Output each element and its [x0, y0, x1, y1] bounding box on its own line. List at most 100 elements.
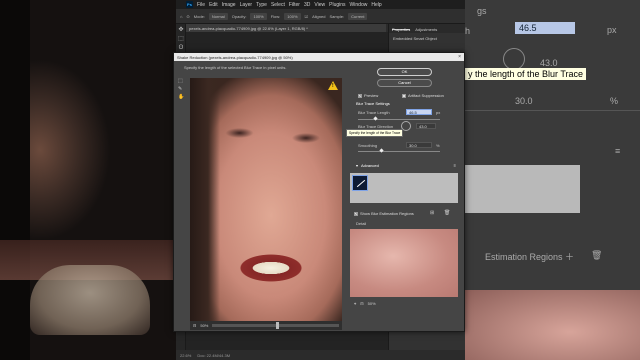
properties-tabs: Properties Adjustments: [389, 24, 465, 33]
bg-direction-value: 43.0: [540, 58, 558, 68]
close-icon[interactable]: ×: [458, 55, 461, 60]
stamp-tool-icon[interactable]: ⊙: [186, 14, 189, 19]
options-bar: ⌂ ⊙ Mode: Normal Opacity: 100% Flow: 100…: [176, 9, 465, 24]
menu-bar: Ps File Edit Image Layer Type Select Fil…: [176, 0, 465, 9]
menu-view[interactable]: View: [314, 2, 325, 8]
bg-trash-icon: 🗑: [591, 250, 603, 260]
preview-zoom-value: 50%: [200, 323, 209, 328]
show-regions-label: Show Blur Estimation Regions: [360, 211, 414, 216]
bg-direction-dial: [503, 48, 525, 70]
advanced-section-header[interactable]: ▾ Advanced ≡: [356, 163, 456, 168]
artifact-suppression-checkbox[interactable]: Artifact Suppression: [402, 93, 444, 98]
warning-icon[interactable]: !: [328, 81, 338, 90]
show-regions-check-box[interactable]: ✓: [354, 211, 358, 216]
blur-estimation-tool-icon[interactable]: ⬚: [178, 78, 183, 84]
smoothing-slider[interactable]: [358, 151, 440, 152]
document-tab[interactable]: pexels-andrea-piacquadio-774909.jpg @ 22…: [186, 24, 386, 32]
bg-smoothing-value: 30.0: [515, 96, 533, 106]
preview-label: Preview: [364, 93, 379, 98]
status-bar: 22.6% Doc: 22.4M/44.3M: [176, 350, 465, 360]
background-teeth: [30, 265, 150, 335]
mode-select[interactable]: Normal: [208, 12, 228, 20]
bg-add-icon: ＋: [565, 252, 575, 262]
detail-zoom-value: 50%: [367, 300, 376, 306]
menu-filter[interactable]: Filter: [289, 2, 300, 8]
hand-tool-icon[interactable]: ✋: [178, 94, 184, 100]
zoom-out-icon[interactable]: ⊟: [193, 323, 196, 328]
preview-image[interactable]: !: [190, 78, 342, 328]
tab-adjustments[interactable]: Adjustments: [415, 27, 437, 32]
status-zoom: 22.6%: [180, 353, 192, 358]
preview-scrollbar[interactable]: [212, 322, 339, 329]
detail-zoom-out-icon[interactable]: ⊟: [360, 301, 363, 306]
menu-image[interactable]: Image: [222, 2, 236, 8]
blur-length-label: Blur Trace Length: [358, 110, 390, 115]
cancel-button[interactable]: Cancel: [377, 79, 432, 87]
preview-check-box[interactable]: ✓: [358, 93, 362, 98]
preview-checkbox[interactable]: ✓ Preview: [358, 93, 378, 98]
detail-pin-icon[interactable]: ⌖: [354, 301, 356, 306]
blur-direction-tool-icon[interactable]: ✎: [178, 86, 182, 92]
menu-layer[interactable]: Layer: [240, 2, 253, 8]
detail-loupe[interactable]: [350, 229, 458, 297]
blur-trace-settings-title: Blur Trace Settings: [356, 101, 390, 106]
detail-zoom-bar: ⌖ ⊟ 50%: [350, 299, 458, 307]
tab-properties[interactable]: Properties: [392, 27, 411, 32]
photoshop-logo-icon: Ps: [186, 1, 193, 8]
move-tool-icon[interactable]: ✥: [178, 27, 184, 33]
artifact-label: Artifact Suppression: [408, 93, 444, 98]
menu-edit[interactable]: Edit: [209, 2, 218, 8]
dialog-title-bar: Shake Reduction (pexels-andrea-piacquadi…: [174, 53, 464, 61]
background-blurred-face: [0, 0, 176, 360]
menu-plugins[interactable]: Plugins: [329, 2, 345, 8]
blur-length-input[interactable]: 46.5: [406, 109, 432, 115]
menu-help[interactable]: Help: [371, 2, 381, 8]
menu-file[interactable]: File: [197, 2, 205, 8]
opacity-label: Opacity:: [231, 13, 247, 19]
preview-zoom-bar: ⊟ 50%: [190, 321, 342, 330]
menu-type[interactable]: Type: [256, 2, 267, 8]
bg-settings-text: gs: [477, 6, 487, 16]
smoothing-label: Smoothing: [358, 143, 378, 148]
menu-3d[interactable]: 3D: [304, 2, 310, 8]
add-region-icon[interactable]: ⊞: [430, 210, 434, 216]
bg-detail-image: [465, 290, 640, 360]
menu-window[interactable]: Window: [350, 2, 368, 8]
marquee-tool-icon[interactable]: ⬚: [178, 36, 184, 42]
flow-label: Flow:: [270, 13, 281, 19]
bg-trace-area: [465, 165, 580, 213]
chevron-down-icon[interactable]: ▾: [356, 163, 358, 168]
bg-regions-text: Estimation Regions: [485, 252, 563, 262]
bg-length-unit: px: [607, 25, 617, 35]
opacity-field[interactable]: 100%: [250, 12, 267, 20]
menu-select[interactable]: Select: [271, 2, 285, 8]
blur-trace-area[interactable]: [350, 173, 458, 203]
aligned-checkbox[interactable]: ☑: [305, 14, 309, 19]
blur-length-unit: px: [436, 110, 441, 115]
blur-length-slider[interactable]: [358, 119, 440, 120]
properties-subtitle: Embedded Smart Object: [393, 36, 437, 41]
trash-icon[interactable]: 🗑: [444, 210, 450, 216]
home-icon[interactable]: ⌂: [180, 14, 182, 19]
blur-direction-input[interactable]: 43.0: [416, 123, 436, 129]
bg-smoothing-unit: %: [610, 96, 619, 106]
detail-label: Detail: [356, 221, 367, 226]
artifact-check-box[interactable]: [402, 93, 406, 98]
bg-length-value: 46.5: [515, 22, 575, 34]
shake-reduction-dialog: Shake Reduction (pexels-andrea-piacquadi…: [173, 52, 465, 332]
advanced-label: Advanced: [361, 163, 379, 168]
expand-icon[interactable]: ≡: [454, 163, 456, 168]
show-regions-checkbox[interactable]: ✓ Show Blur Estimation Regions: [354, 211, 414, 216]
preview-scroll-thumb[interactable]: [275, 322, 279, 329]
ok-button[interactable]: OK: [377, 68, 432, 76]
bg-length-label: h: [465, 26, 471, 36]
flow-field[interactable]: 100%: [284, 12, 301, 20]
sample-label: Sample:: [329, 13, 345, 19]
blur-trace-thumbnail[interactable]: [352, 175, 368, 191]
dialog-title: Shake Reduction (pexels-andrea-piacquadi…: [177, 55, 293, 60]
bg-slider-line: [465, 110, 640, 111]
smoothing-input[interactable]: 30.0: [406, 142, 432, 148]
bg-expand-icon: ≡: [615, 146, 621, 156]
sample-select[interactable]: Current: [348, 12, 368, 20]
lasso-tool-icon[interactable]: ʘ: [178, 45, 184, 51]
